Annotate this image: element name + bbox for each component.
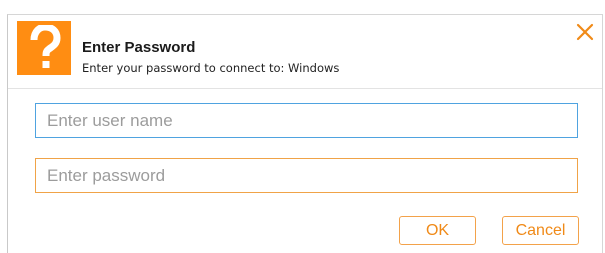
dialog-header: Enter Password Enter your password to co… <box>8 15 602 85</box>
password-input[interactable] <box>35 158 578 193</box>
dialog-subtitle: Enter your password to connect to: Windo… <box>82 61 340 75</box>
question-mark-icon <box>17 21 71 75</box>
header-divider <box>8 88 602 89</box>
cancel-button[interactable]: Cancel <box>502 216 579 245</box>
dialog-title: Enter Password <box>82 39 196 56</box>
close-icon[interactable] <box>575 22 595 42</box>
password-dialog: Enter Password Enter your password to co… <box>7 14 603 253</box>
username-input[interactable] <box>35 103 578 138</box>
ok-button[interactable]: OK <box>399 216 476 245</box>
